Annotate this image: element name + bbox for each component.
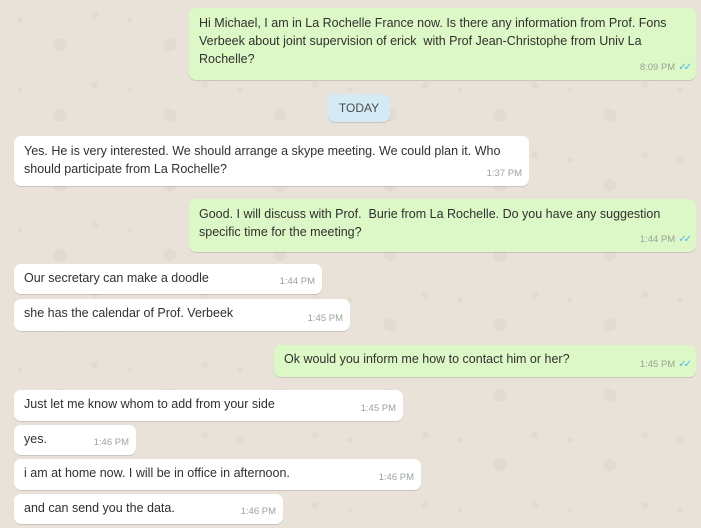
message-meta: 1:46 PM (241, 503, 276, 521)
message-text: i am at home now. I will be in office in… (24, 466, 290, 480)
message-meta: 1:44 PM ✓✓ (639, 231, 692, 249)
message-time: 1:37 PM (486, 168, 522, 179)
message-bubble-incoming[interactable]: Yes. He is very interested. We should ar… (14, 136, 529, 186)
message-time: 1:45 PM (639, 359, 676, 370)
message-meta: 1:45 PM ✓✓ (639, 356, 692, 374)
message-time: 1:46 PM (93, 437, 129, 448)
message-time: 1:46 PM (378, 472, 414, 483)
message-meta: 1:44 PM (280, 273, 315, 291)
message-time: 8:09 PM (639, 62, 676, 73)
double-check-icon: ✓✓ (678, 62, 692, 73)
double-check-icon: ✓✓ (678, 234, 692, 245)
message-text: Ok would you inform me how to contact hi… (284, 352, 570, 366)
date-divider: TODAY (328, 94, 390, 122)
message-text: Our secretary can make a doodle (24, 271, 209, 285)
message-text: and can send you the data. (24, 501, 175, 515)
message-bubble-outgoing[interactable]: Good. I will discuss with Prof. Burie fr… (189, 199, 696, 252)
message-time: 1:44 PM (639, 234, 676, 245)
message-bubble-incoming[interactable]: and can send you the data. 1:46 PM (14, 494, 283, 524)
chat-panel[interactable]: Hi Michael, I am in La Rochelle France n… (0, 0, 701, 528)
message-meta: 1:37 PM (487, 165, 522, 183)
message-text: she has the calendar of Prof. Verbeek (24, 306, 234, 320)
message-bubble-incoming[interactable]: i am at home now. I will be in office in… (14, 459, 421, 490)
message-text: Hi Michael, I am in La Rochelle France n… (199, 16, 671, 66)
message-meta: 1:46 PM (94, 434, 129, 452)
message-time: 1:44 PM (279, 276, 315, 287)
message-time: 1:45 PM (360, 403, 396, 414)
message-text: Just let me know whom to add from your s… (24, 397, 275, 411)
message-bubble-incoming[interactable]: she has the calendar of Prof. Verbeek 1:… (14, 299, 350, 331)
double-check-icon: ✓✓ (678, 359, 692, 370)
message-bubble-outgoing[interactable]: Ok would you inform me how to contact hi… (274, 345, 696, 377)
message-bubble-incoming[interactable]: Our secretary can make a doodle 1:44 PM (14, 264, 322, 294)
message-bubble-incoming[interactable]: yes. 1:46 PM (14, 425, 136, 455)
message-bubble-outgoing[interactable]: Hi Michael, I am in La Rochelle France n… (189, 8, 696, 80)
message-meta: 8:09 PM ✓✓ (639, 59, 692, 77)
message-text: Good. I will discuss with Prof. Burie fr… (199, 207, 664, 239)
message-meta: 1:45 PM (308, 310, 343, 328)
message-time: 1:45 PM (307, 313, 343, 324)
message-meta: 1:45 PM (361, 400, 396, 418)
message-bubble-incoming[interactable]: Just let me know whom to add from your s… (14, 390, 403, 421)
message-meta: 1:46 PM (379, 469, 414, 487)
message-text: Yes. He is very interested. We should ar… (24, 144, 504, 176)
message-time: 1:46 PM (240, 506, 276, 517)
